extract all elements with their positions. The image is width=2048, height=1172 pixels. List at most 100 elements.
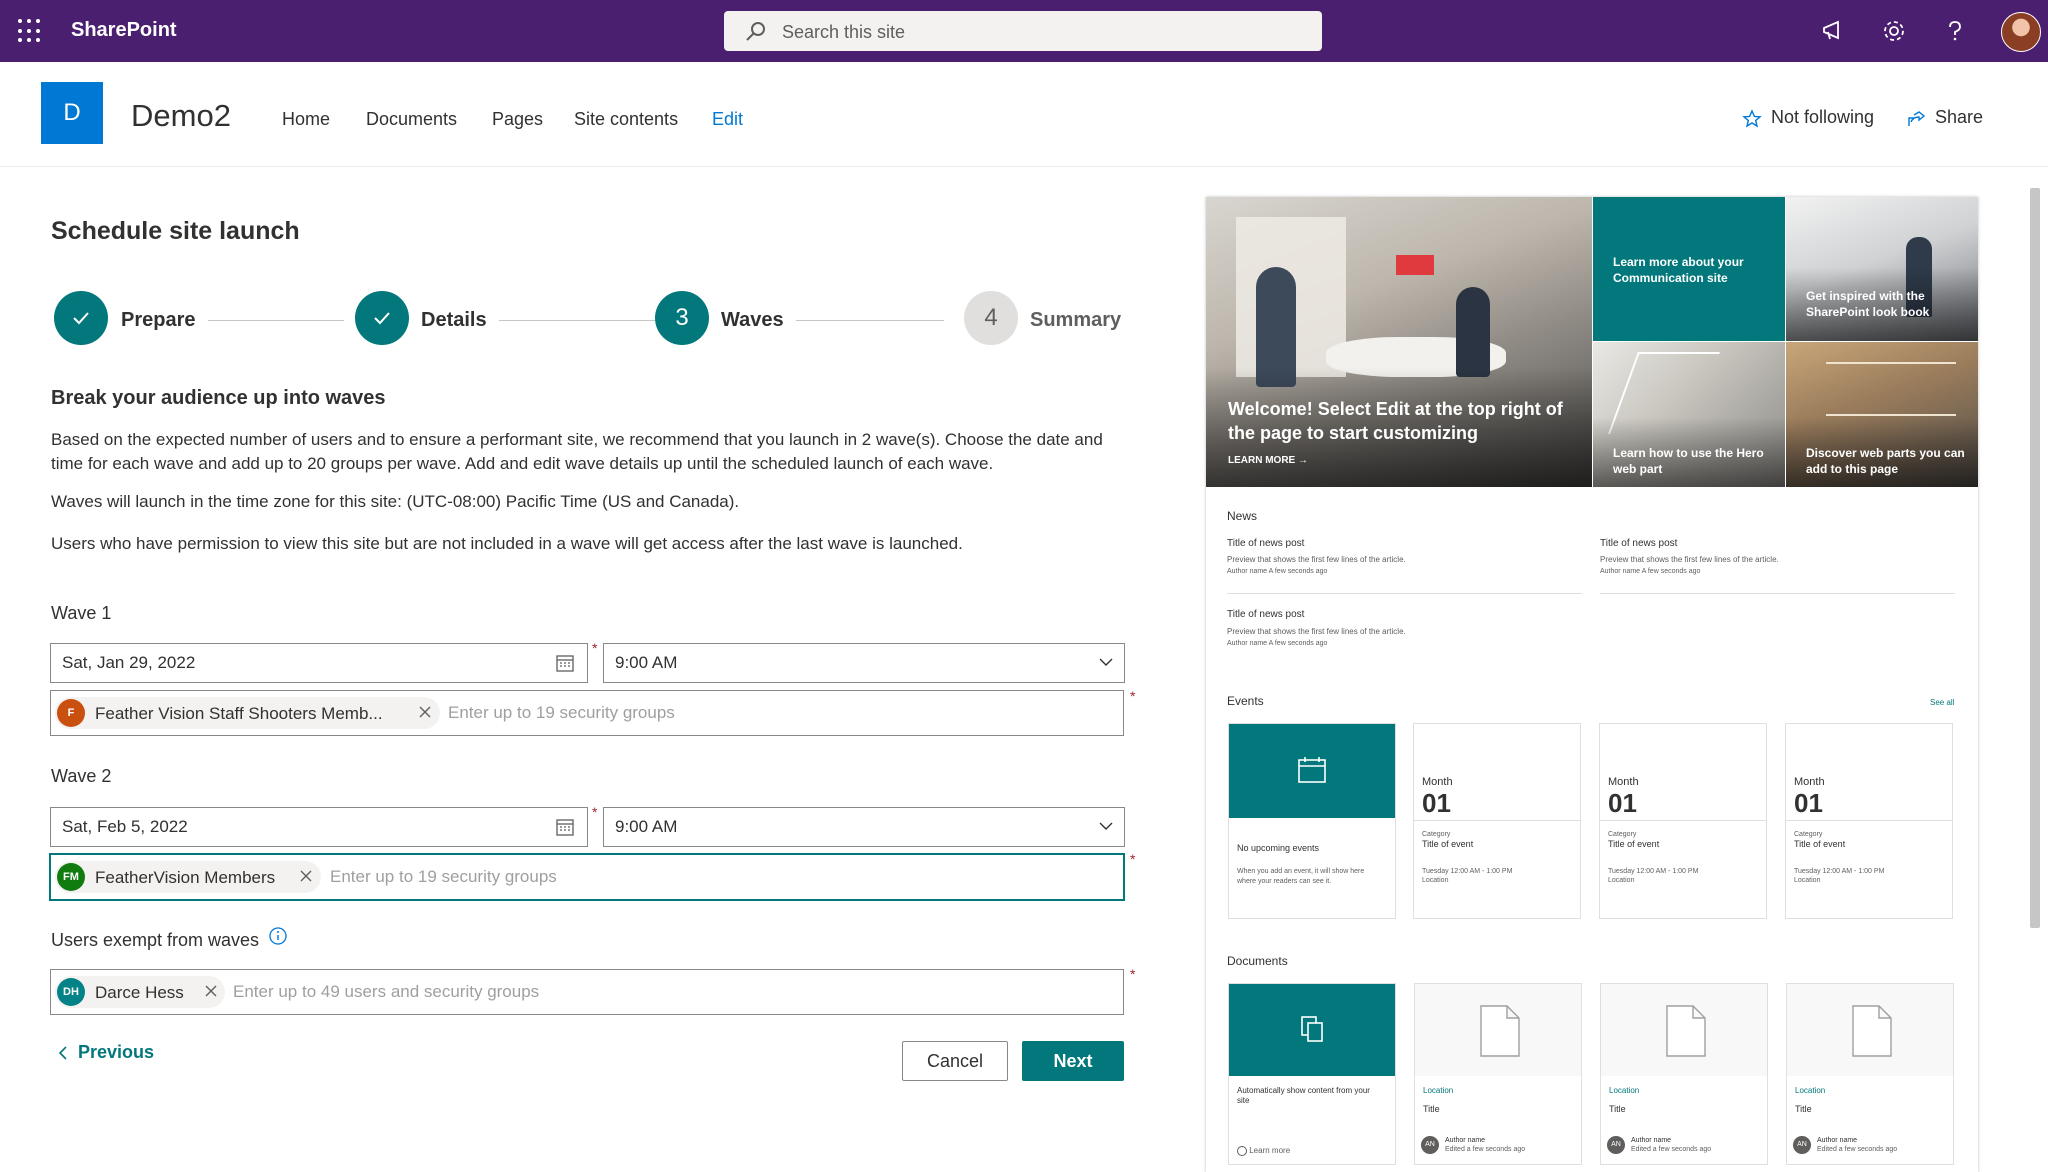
news-heading: News	[1227, 509, 1258, 523]
calendar-icon[interactable]	[555, 653, 575, 673]
timezone-note: Waves will launch in the time zone for t…	[51, 492, 740, 511]
event-title: Title of event	[1422, 839, 1474, 849]
wave-2-date-picker[interactable]: Sat, Feb 5, 2022	[50, 807, 588, 847]
info-icon[interactable]	[268, 926, 288, 946]
document-card[interactable]: Location Title AN Author name Edited a f…	[1600, 983, 1768, 1165]
cancel-button[interactable]: Cancel	[902, 1041, 1008, 1081]
event-card[interactable]: Month 01 Category Title of event Tuesday…	[1599, 723, 1767, 919]
hero-tile-webparts[interactable]: Discover web parts you can add to this p…	[1786, 342, 1978, 487]
chevron-down-icon	[1099, 822, 1113, 830]
hero-tile-communication[interactable]: Learn more about your Communication site	[1593, 197, 1785, 341]
chevron-down-icon	[1099, 658, 1113, 666]
wave-2-time-dropdown[interactable]: 9:00 AM	[603, 807, 1125, 847]
event-empty-card[interactable]: No upcoming events When you add an event…	[1228, 723, 1396, 919]
wave-2-group-input[interactable]	[328, 863, 1112, 891]
wave-1-group-input[interactable]	[446, 699, 1110, 727]
doc-edited: Edited a few seconds ago	[1445, 1146, 1526, 1153]
doc-location: Location	[1423, 1086, 1454, 1095]
events-see-all[interactable]: See all	[1930, 698, 1954, 707]
author-avatar: AN	[1421, 1136, 1439, 1154]
scroll-thumb[interactable]	[2030, 188, 2040, 928]
doc-auto-text: Automatically show content from your sit…	[1237, 1086, 1370, 1105]
group-name: Feather Vision Staff Shooters Memb...	[95, 704, 383, 723]
event-location: Location	[1794, 877, 1821, 884]
event-day: 01	[1794, 788, 1823, 818]
wave-1-time-value: 9:00 AM	[615, 653, 678, 672]
doc-learn-more[interactable]: Learn more	[1237, 1146, 1290, 1156]
help-icon[interactable]	[1941, 17, 1969, 45]
exempt-users-input[interactable]	[231, 978, 1105, 1006]
nav-site-contents[interactable]: Site contents	[574, 109, 678, 130]
search-input[interactable]	[780, 11, 1304, 53]
step-waves-label[interactable]: Waves	[721, 309, 784, 332]
user-avatar[interactable]	[2001, 12, 2041, 52]
waffle-icon[interactable]	[18, 19, 42, 43]
wave-1-date-value: Sat, Jan 29, 2022	[62, 653, 196, 672]
app-brand[interactable]: SharePoint	[71, 19, 177, 42]
documents-heading: Documents	[1227, 954, 1288, 968]
scrollbar[interactable]	[2026, 170, 2044, 1172]
step-connector	[499, 320, 655, 321]
step-summary-label: Summary	[1030, 309, 1122, 331]
hero-tile-lookbook[interactable]: Get inspired with the SharePoint look bo…	[1786, 197, 1978, 341]
close-icon[interactable]	[417, 704, 433, 720]
chevron-left-icon	[58, 1046, 67, 1060]
doc-edited: Edited a few seconds ago	[1631, 1146, 1712, 1153]
event-card[interactable]: Month 01 Category Title of event Tuesday…	[1785, 723, 1953, 919]
step-details-label[interactable]: Details	[421, 309, 487, 332]
exempt-users-picker[interactable]: DH Darce Hess	[50, 969, 1124, 1015]
step-connector	[208, 320, 344, 321]
gear-icon[interactable]	[1880, 17, 1908, 45]
hero-tile-text: Discover web parts you can add to this p…	[1806, 446, 1965, 476]
next-button[interactable]: Next	[1022, 1041, 1124, 1081]
wave-2-date-value: Sat, Feb 5, 2022	[62, 817, 188, 836]
user-name: Darce Hess	[95, 983, 184, 1002]
nav-documents[interactable]: Documents	[366, 109, 457, 130]
wave-1-group-picker[interactable]: F Feather Vision Staff Shooters Memb...	[50, 690, 1124, 736]
hero-tile-hero-webpart[interactable]: Learn how to use the Hero web part	[1593, 342, 1785, 487]
news-title: Title of news post	[1600, 538, 1678, 549]
wave-1-time-dropdown[interactable]: 9:00 AM	[603, 643, 1125, 683]
document-auto-card[interactable]: Automatically show content from your sit…	[1228, 983, 1396, 1165]
event-card[interactable]: Month 01 Category Title of event Tuesday…	[1413, 723, 1581, 919]
nav-pages[interactable]: Pages	[492, 109, 543, 130]
group-avatar: F	[57, 699, 85, 727]
wave-1-date-picker[interactable]: Sat, Jan 29, 2022	[50, 643, 588, 683]
calendar-icon[interactable]	[555, 817, 575, 837]
step-prepare-label[interactable]: Prepare	[121, 309, 196, 332]
star-icon	[1742, 109, 1762, 128]
required-indicator: *	[592, 804, 598, 820]
user-pill: DH Darce Hess	[55, 976, 225, 1008]
hero-main-tile[interactable]: Welcome! Select Edit at the top right of…	[1206, 197, 1592, 487]
news-preview: Preview that shows the first few lines o…	[1227, 555, 1406, 564]
megaphone-icon[interactable]	[1820, 17, 1848, 45]
search-box[interactable]	[724, 11, 1322, 53]
share-label: Share	[1935, 107, 1984, 127]
access-note: Users who have permission to view this s…	[51, 534, 963, 553]
step-prepare-circle[interactable]	[54, 291, 108, 345]
group-avatar: FM	[57, 863, 85, 891]
event-month: Month	[1608, 776, 1639, 788]
author-avatar: AN	[1793, 1136, 1811, 1154]
document-card[interactable]: Location Title AN Author name Edited a f…	[1786, 983, 1954, 1165]
site-logo[interactable]: D	[41, 82, 103, 144]
nav-home[interactable]: Home	[282, 109, 330, 130]
hero-tile-text: Get inspired with the SharePoint look bo…	[1806, 289, 1930, 319]
document-card[interactable]: Location Title AN Author name Edited a f…	[1414, 983, 1582, 1165]
hero-learn-more[interactable]: LEARN MORE →	[1228, 455, 1308, 466]
event-month: Month	[1422, 776, 1453, 788]
site-title[interactable]: Demo2	[131, 98, 231, 134]
step-details-circle[interactable]	[355, 291, 409, 345]
document-icon	[1301, 1016, 1323, 1042]
wave-1-label: Wave 1	[51, 603, 112, 623]
nav-edit[interactable]: Edit	[712, 109, 743, 130]
events-heading: Events	[1227, 694, 1264, 708]
waves-description: Based on the expected number of users an…	[51, 430, 1103, 473]
close-icon[interactable]	[203, 983, 219, 999]
wave-2-group-picker[interactable]: FM FeatherVision Members	[49, 853, 1125, 901]
close-icon[interactable]	[298, 868, 314, 884]
step-waves-circle[interactable]: 3	[655, 291, 709, 345]
required-indicator: *	[1130, 851, 1136, 867]
event-title: Title of event	[1794, 839, 1846, 849]
doc-edited: Edited a few seconds ago	[1817, 1146, 1898, 1153]
